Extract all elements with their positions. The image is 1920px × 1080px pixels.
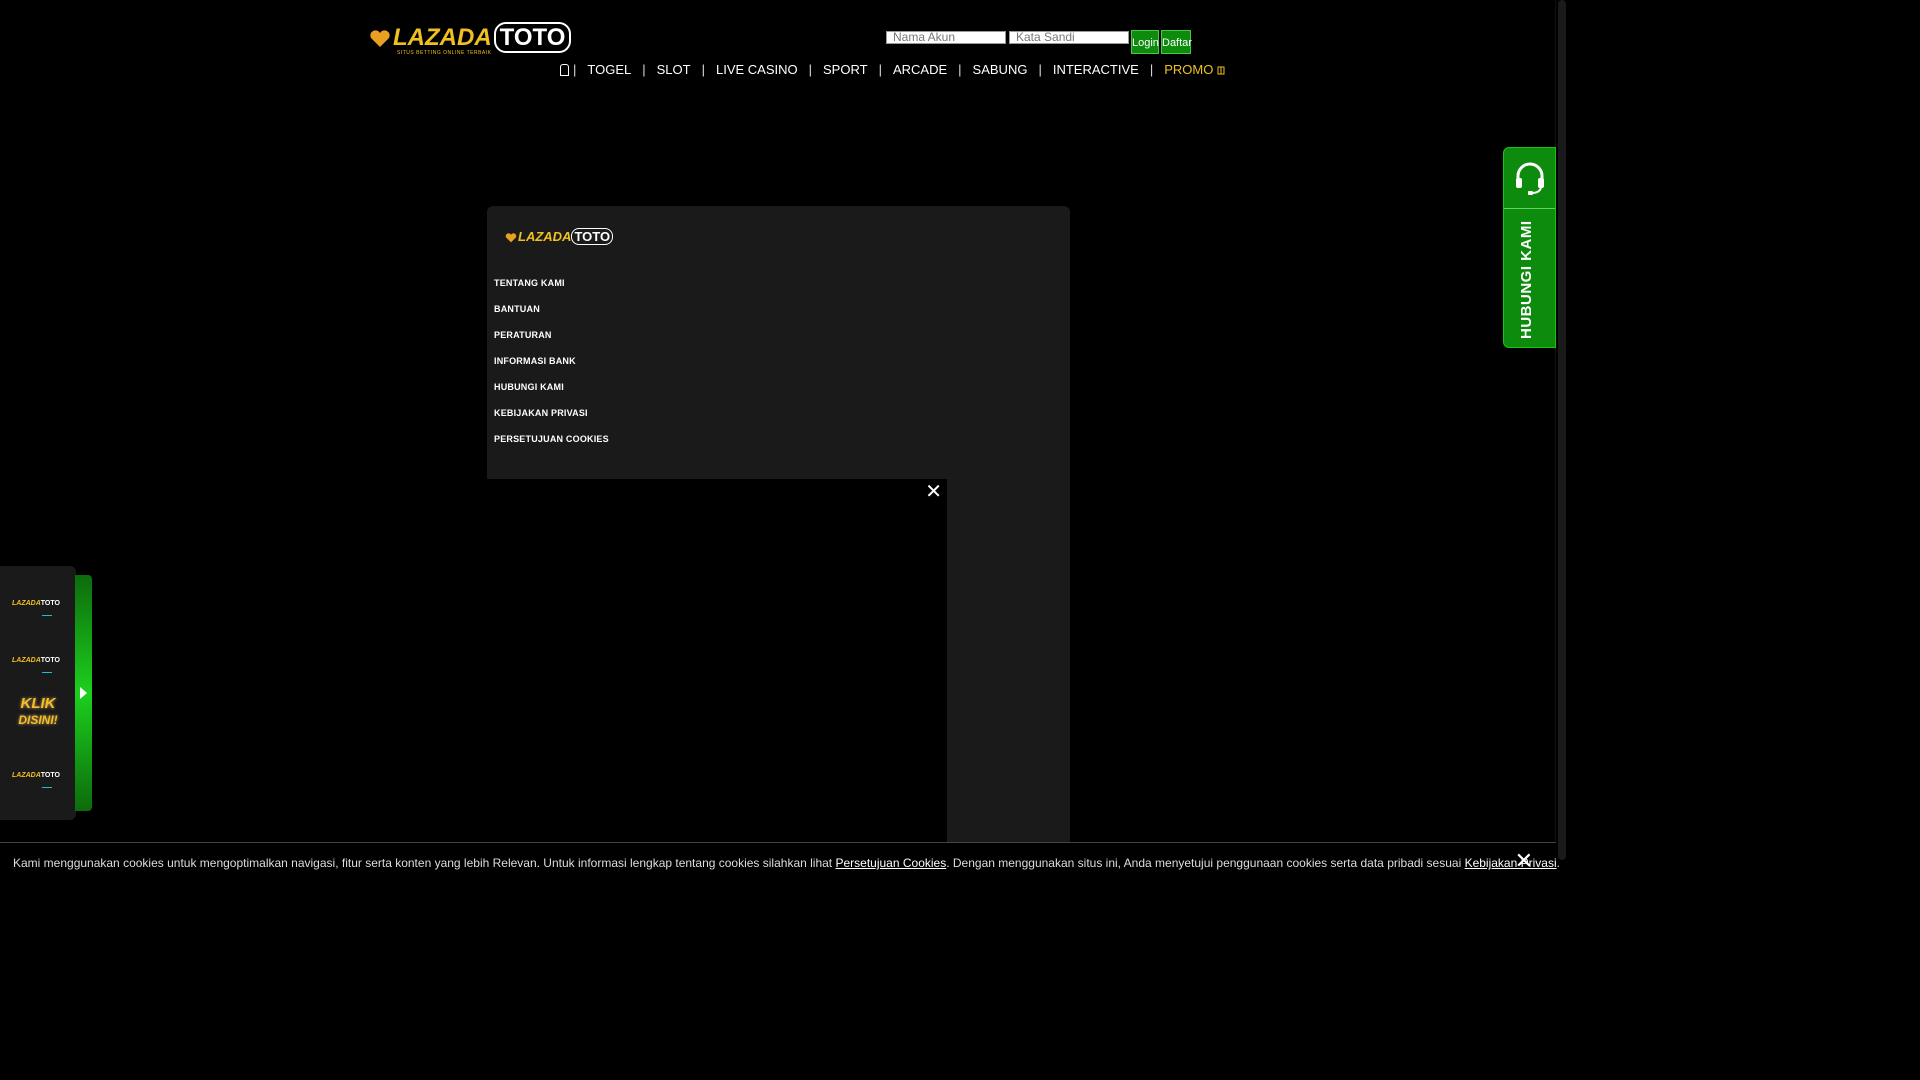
cookie-policy-link[interactable]: Persetujuan Cookies xyxy=(835,856,946,870)
site-logo[interactable]: LAZADA TOTO SITUS BETTING ONLINE TERBAIK xyxy=(369,22,572,56)
side-item-underline xyxy=(42,787,52,788)
gift-icon[interactable] xyxy=(1217,63,1225,75)
cookie-text-before: Kami menggunakan cookies untuk mengoptim… xyxy=(13,856,836,870)
side-item-wordmark: LAZADATOTO xyxy=(12,600,60,607)
nav-item-promo[interactable]: PROMO xyxy=(1153,62,1217,77)
contact-icon-area[interactable] xyxy=(1504,148,1555,209)
privacy-policy-link[interactable]: Kebijakan Privasi xyxy=(1465,856,1557,870)
close-icon[interactable]: ✕ xyxy=(1515,841,1533,881)
footer-link-kebijakan-privasi[interactable]: KEBIJAKAN PRIVASI xyxy=(494,406,609,432)
nav-item-togel[interactable]: TOGEL xyxy=(576,62,642,77)
side-item-underline xyxy=(42,615,52,616)
login-button[interactable]: Login xyxy=(1131,30,1159,54)
nav-item-sport[interactable]: SPORT xyxy=(812,62,879,77)
scrollbar-thumb[interactable] xyxy=(1558,0,1566,860)
nav-item-sabung[interactable]: SABUNG xyxy=(962,62,1039,77)
footer-links: TENTANG KAMI BANTUAN PERATURAN INFORMASI… xyxy=(494,276,609,458)
footer-link-peraturan[interactable]: PERATURAN xyxy=(494,328,609,354)
side-item-underline xyxy=(42,672,52,673)
nav-item-arcade[interactable]: ARCADE xyxy=(882,62,958,77)
klik-line2: DISINI! xyxy=(18,713,58,727)
side-item-logo[interactable]: LAZADATOTO xyxy=(12,600,62,622)
heart-icon xyxy=(505,233,517,243)
nav-item-slot[interactable]: SLOT xyxy=(646,62,702,77)
footer-logo[interactable]: LAZADA TOTO xyxy=(505,228,615,248)
page-scrollbar[interactable] xyxy=(1555,0,1568,882)
cookie-text-middle: . Dengan menggunakan situs ini, Anda men… xyxy=(946,856,1465,870)
close-icon[interactable]: ✕ xyxy=(925,479,942,504)
contact-label[interactable]: HUBUNGI KAMI xyxy=(1518,220,1535,340)
chevron-right-icon xyxy=(80,687,87,699)
side-item-wordmark: LAZADATOTO xyxy=(12,657,60,664)
side-panel-toggle[interactable] xyxy=(75,575,92,811)
heart-icon xyxy=(370,30,390,47)
video-popup[interactable]: ✕ xyxy=(487,479,947,882)
klik-disini-badge[interactable]: KLIK DISINI! xyxy=(14,696,62,740)
side-item-logo[interactable]: LAZADATOTO xyxy=(12,772,62,794)
cookie-consent-bar: Kami menggunakan cookies untuk mengoptim… xyxy=(0,841,1560,882)
password-input[interactable] xyxy=(1009,31,1129,44)
main-nav: | TOGEL | SLOT | LIVE CASINO | SPORT | A… xyxy=(556,60,1225,78)
cookie-text-after: . xyxy=(1556,856,1560,870)
klik-line1: KLIK xyxy=(20,695,56,712)
footer-link-persetujuan-cookies[interactable]: PERSETUJUAN COOKIES xyxy=(494,432,609,458)
footer-link-bantuan[interactable]: BANTUAN xyxy=(494,302,609,328)
logo-wordmark: LAZADA TOTO xyxy=(393,22,572,53)
side-item-logo[interactable]: LAZADATOTO xyxy=(12,657,62,679)
logo-tagline: SITUS BETTING ONLINE TERBAIK xyxy=(397,50,492,56)
side-item-wordmark: LAZADATOTO xyxy=(12,772,60,779)
username-input[interactable] xyxy=(886,31,1006,44)
headset-icon xyxy=(1515,162,1544,195)
footer-link-hubungi-kami[interactable]: HUBUNGI KAMI xyxy=(494,380,609,406)
nav-item-interactive[interactable]: INTERACTIVE xyxy=(1042,62,1150,77)
footer-logo-wordmark: LAZADA TOTO xyxy=(518,228,614,245)
footer-link-informasi-bank[interactable]: INFORMASI BANK xyxy=(494,354,609,380)
contact-widget[interactable]: HUBUNGI KAMI xyxy=(1503,147,1556,348)
nav-item-live-casino[interactable]: LIVE CASINO xyxy=(705,62,809,77)
footer-link-tentang-kami[interactable]: TENTANG KAMI xyxy=(494,276,609,302)
register-button[interactable]: Daftar xyxy=(1161,30,1192,54)
home-icon[interactable] xyxy=(560,64,569,76)
